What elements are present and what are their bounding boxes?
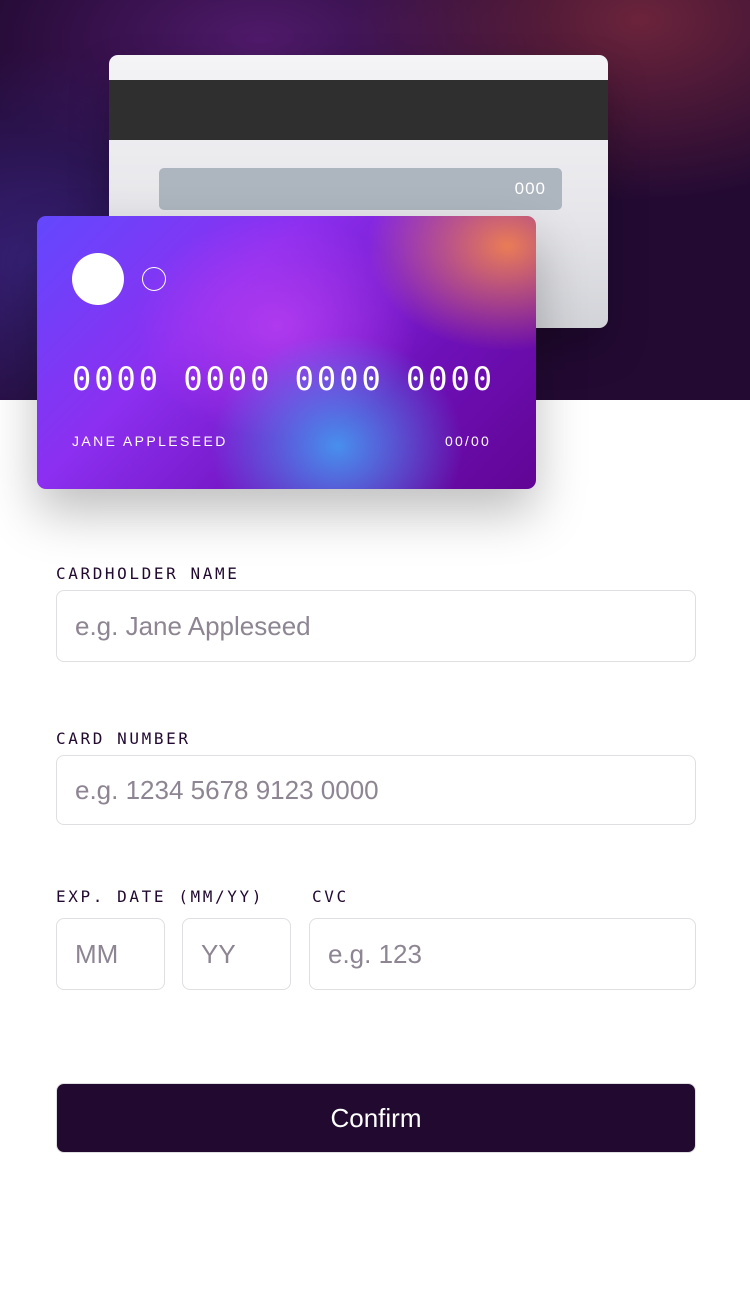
cvc-label: CVC — [312, 887, 349, 906]
exp-year-input[interactable] — [182, 918, 291, 990]
exp-month-input[interactable] — [56, 918, 165, 990]
cardholder-name-input[interactable] — [56, 590, 696, 662]
exp-date-label: EXP. DATE (MM/YY) — [56, 887, 264, 906]
card-number-display: 0000 0000 0000 0000 — [72, 360, 496, 398]
card-logo-filled-circle-icon — [72, 253, 124, 305]
cardholder-name-label: CARDHOLDER NAME — [56, 564, 240, 583]
card-details-page: 000 0000 0000 0000 0000 JANE APPLESEED 0… — [0, 0, 750, 1296]
card-back-cvc: 000 — [159, 168, 562, 210]
card-expiry-display: 00/00 — [444, 433, 491, 449]
magnetic-stripe — [109, 80, 608, 140]
card-front: 0000 0000 0000 0000 JANE APPLESEED 00/00 — [37, 216, 536, 489]
card-logo-outline-circle-icon — [142, 267, 166, 291]
cardholder-name-display: JANE APPLESEED — [72, 433, 228, 449]
card-number-label: CARD NUMBER — [56, 729, 191, 748]
confirm-button[interactable]: Confirm — [56, 1083, 696, 1153]
card-number-input[interactable] — [56, 755, 696, 825]
cvc-input[interactable] — [309, 918, 696, 990]
